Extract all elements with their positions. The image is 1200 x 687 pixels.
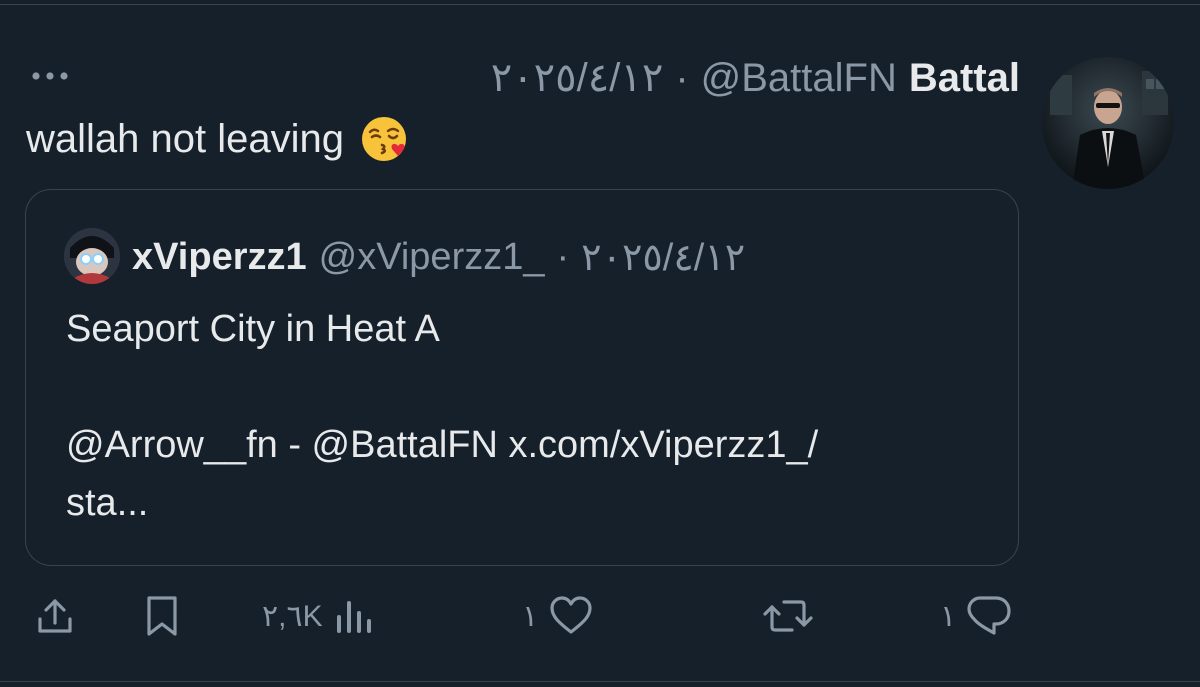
quoted-tweet-header: xViperzz1 @xViperzz1_ · ٢٠٢٥/٤/١٢ bbox=[132, 234, 745, 280]
heart-icon bbox=[550, 596, 592, 634]
bottom-divider bbox=[0, 681, 1200, 682]
tweet-page: ٢٠٢٥/٤/١٢ · @BattalFN Battal wallah not … bbox=[0, 0, 1200, 687]
author-handle[interactable]: @BattalFN bbox=[701, 56, 897, 101]
quoted-tweet-line: sta... bbox=[66, 482, 149, 524]
replies-count: ١ bbox=[940, 599, 957, 633]
quoted-author-display-name[interactable]: xViperzz1 bbox=[132, 236, 307, 279]
bookmark-icon bbox=[147, 596, 177, 636]
more-options-icon[interactable] bbox=[28, 68, 72, 84]
quoted-meta-separator: · bbox=[556, 235, 570, 278]
views-icon bbox=[336, 601, 371, 633]
views-count: ٢,٦K bbox=[262, 599, 323, 633]
tweet-timestamp[interactable]: ٢٠٢٥/٤/١٢ bbox=[491, 55, 664, 101]
quoted-tweet-line: @Arrow__fn - @BattalFN x.com/xViperzz1_/ bbox=[66, 424, 819, 466]
meta-separator: · bbox=[675, 55, 689, 100]
quoted-tweet-timestamp[interactable]: ٢٠٢٥/٤/١٢ bbox=[581, 235, 745, 280]
reply-icon bbox=[967, 596, 1011, 635]
reply-button[interactable]: ١ bbox=[940, 590, 1012, 642]
face-blowing-kiss-icon bbox=[362, 117, 406, 161]
tweet-header: ٢٠٢٥/٤/١٢ · @BattalFN Battal bbox=[491, 54, 1020, 102]
avatar-image bbox=[1042, 57, 1174, 189]
share-button[interactable] bbox=[34, 590, 76, 642]
quoted-tweet-line: Seaport City in Heat A bbox=[66, 308, 440, 350]
quoted-author-avatar[interactable] bbox=[64, 228, 120, 284]
author-avatar[interactable] bbox=[1042, 57, 1174, 189]
likes-count: ١ bbox=[522, 599, 539, 633]
tweet-text-content: wallah not leaving bbox=[26, 116, 344, 161]
retweet-icon bbox=[763, 600, 813, 632]
quoted-author-handle[interactable]: @xViperzz1_ bbox=[319, 236, 545, 279]
bookmark-button[interactable] bbox=[142, 590, 182, 642]
share-icon bbox=[38, 599, 72, 633]
top-divider bbox=[0, 0, 1200, 5]
quoted-tweet-card[interactable]: xViperzz1 @xViperzz1_ · ٢٠٢٥/٤/١٢ Seapor… bbox=[25, 189, 1019, 566]
retweet-button[interactable] bbox=[762, 590, 814, 642]
views-button[interactable]: ٢,٦K bbox=[262, 590, 373, 642]
quoted-avatar-image bbox=[64, 228, 120, 284]
like-button[interactable]: ١ bbox=[522, 590, 594, 642]
author-display-name[interactable]: Battal bbox=[909, 56, 1020, 101]
tweet-text: wallah not leaving bbox=[26, 112, 412, 166]
